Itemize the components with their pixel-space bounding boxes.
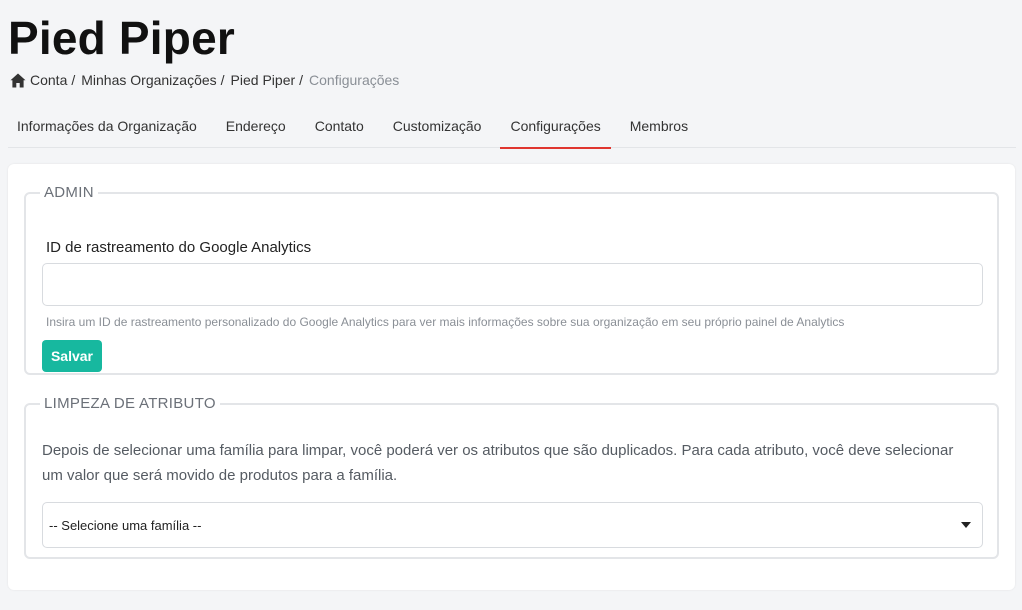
tab-contato[interactable]: Contato	[305, 105, 374, 148]
breadcrumb: Conta / Minhas Organizações / Pied Piper…	[10, 71, 399, 89]
attribute-cleanup-description: Depois de selecionar uma família para li…	[42, 442, 954, 484]
tab-endereco[interactable]: Endereço	[216, 105, 296, 148]
home-icon[interactable]	[10, 73, 26, 88]
breadcrumb-separator: /	[299, 72, 304, 88]
admin-section: ADMIN ID de rastreamento do Google Analy…	[24, 184, 999, 375]
family-select-value: -- Selecione uma família --	[49, 517, 202, 533]
tab-informacoes-da-organizacao[interactable]: Informações da Organização	[8, 105, 207, 148]
tab-customizacao[interactable]: Customização	[383, 105, 492, 148]
save-button[interactable]: Salvar	[42, 340, 102, 372]
admin-legend: ADMIN	[44, 184, 94, 201]
attribute-cleanup-legend: LIMPEZA DE ATRIBUTO	[44, 395, 216, 412]
tab-bar: Informações da Organização Endereço Cont…	[8, 105, 1016, 149]
page-title: Pied Piper	[8, 12, 235, 64]
page: Pied Piper Conta / Minhas Organizações /…	[0, 0, 1022, 610]
caret-down-icon	[961, 522, 971, 528]
breadcrumb-item-minhas-organizacoes[interactable]: Minhas Organizações	[81, 72, 216, 88]
breadcrumb-item-conta[interactable]: Conta	[30, 72, 67, 88]
settings-card: ADMIN ID de rastreamento do Google Analy…	[8, 164, 1015, 590]
attribute-cleanup-section: LIMPEZA DE ATRIBUTO Depois de selecionar…	[24, 395, 999, 559]
ga-tracking-help: Insira um ID de rastreamento personaliza…	[46, 315, 845, 329]
breadcrumb-separator: /	[220, 72, 225, 88]
breadcrumb-separator: /	[71, 72, 76, 88]
breadcrumb-item-configuracoes: Configurações	[309, 72, 400, 88]
family-select[interactable]: -- Selecione uma família --	[42, 502, 983, 548]
ga-tracking-label: ID de rastreamento do Google Analytics	[46, 239, 312, 256]
ga-tracking-input[interactable]	[42, 263, 983, 306]
breadcrumb-item-pied-piper[interactable]: Pied Piper	[231, 72, 296, 88]
tab-membros[interactable]: Membros	[620, 105, 698, 148]
tab-configuracoes[interactable]: Configurações	[500, 105, 612, 149]
